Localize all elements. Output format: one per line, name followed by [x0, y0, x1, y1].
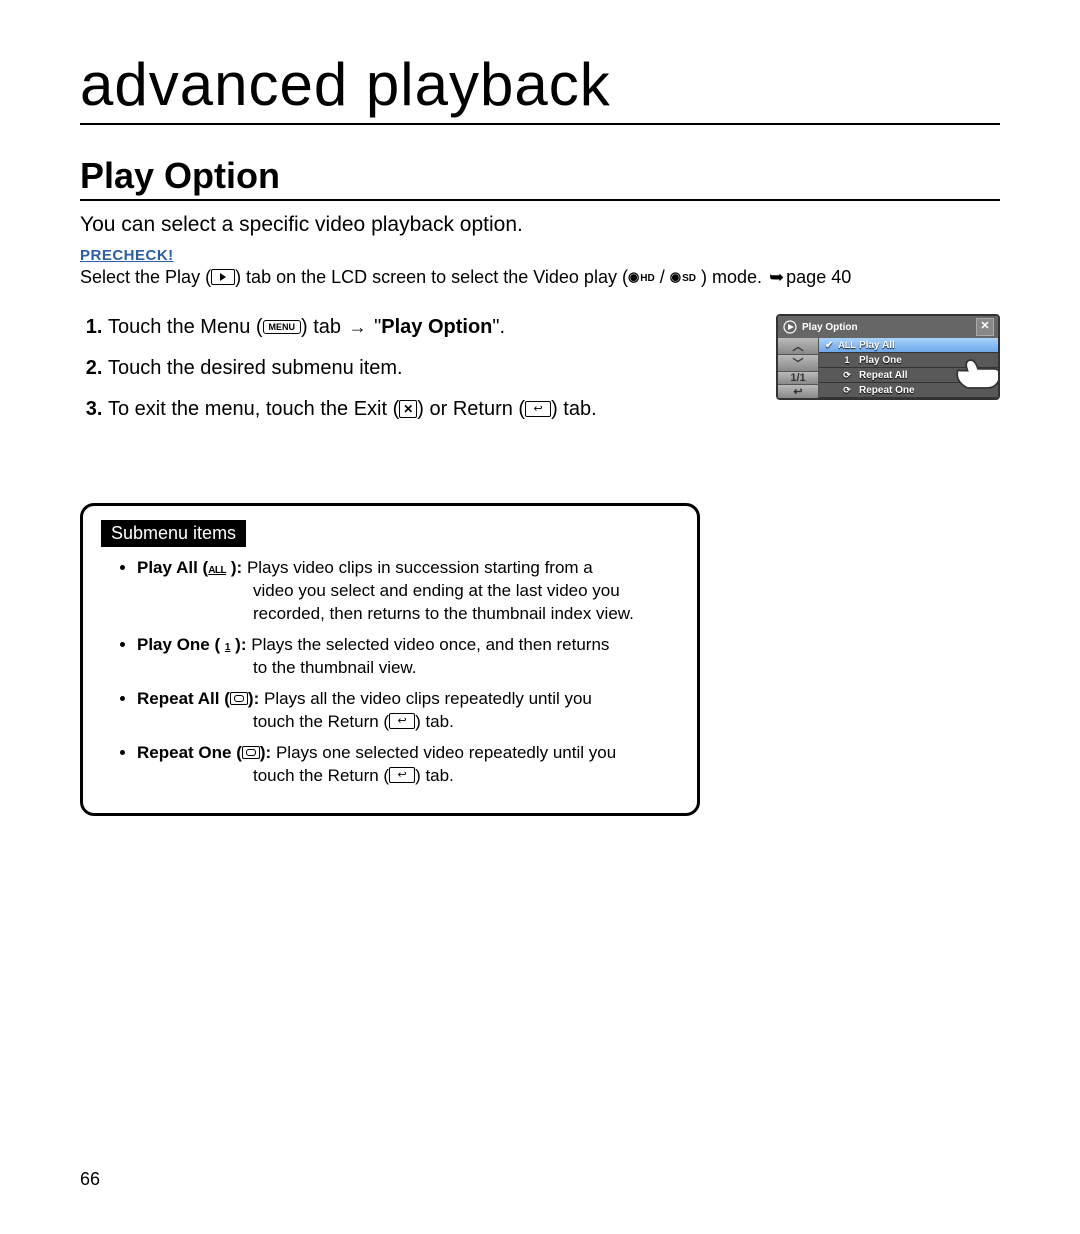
precheck-block: PRECHECK! Select the Play ( ) tab on the … [80, 247, 1000, 288]
step-2: Touch the desired submenu item. [108, 355, 728, 382]
submenu-item-name: Repeat All [137, 689, 220, 708]
repeat-all-icon [230, 692, 248, 705]
submenu-repeat-all: Repeat All (): Plays all the video clips… [137, 688, 677, 734]
lcd-row-repeat-all[interactable]: ⟳ Repeat All [819, 368, 998, 383]
submenu-desc-line1: Plays the selected video once, and then … [251, 635, 609, 654]
steps-list: Touch the Menu (MENU) tab → "Play Option… [80, 314, 728, 423]
arrow-right-icon: → [349, 318, 367, 336]
play-all-icon: ALL [839, 340, 855, 350]
lcd-sidebar: ︿ ﹀ 1/1 ↩ [778, 338, 819, 398]
return-icon: ↩ [389, 767, 415, 783]
step1-pre: Touch the Menu ( [108, 316, 263, 338]
submenu-desc-line1: Plays one selected video repeatedly unti… [276, 743, 616, 762]
submenu-desc-rest-post: ) tab. [415, 712, 454, 731]
submenu-list: Play All (ALL ): Plays video clips in su… [101, 557, 677, 787]
step3-post: ) tab. [551, 398, 597, 420]
menu-tab-icon: MENU [263, 320, 302, 334]
step1-qc: ". [492, 316, 505, 338]
repeat-one-icon [242, 746, 260, 759]
lcd-row-label: Repeat One [859, 385, 915, 396]
submenu-desc-line1: Plays all the video clips repeatedly unt… [264, 689, 592, 708]
submenu-items-box: Submenu items Play All (ALL ): Plays vid… [80, 503, 700, 816]
submenu-item-name: Repeat One [137, 743, 231, 762]
submenu-title: Submenu items [101, 520, 246, 547]
lcd-header: Play Option ✕ [778, 316, 998, 338]
lcd-close-button[interactable]: ✕ [976, 318, 994, 336]
play-one-icon: 1 [839, 355, 855, 365]
precheck-mid: ) tab on the LCD screen to select the Vi… [235, 267, 628, 287]
step1-mid: ) tab [301, 316, 347, 338]
step-1: Touch the Menu (MENU) tab → "Play Option… [108, 314, 728, 341]
lcd-page-indicator: 1/1 [778, 372, 818, 385]
check-icon: ✔ [825, 340, 837, 351]
submenu-desc-rest: video you select and ending at the last … [137, 580, 677, 626]
lcd-down-button[interactable]: ﹀ [778, 355, 818, 372]
repeat-all-icon: ⟳ [839, 370, 855, 381]
lcd-list: ✔ ALL Play All 1 Play One ⟳ Repeat All [819, 338, 998, 398]
repeat-one-icon: ⟳ [839, 385, 855, 396]
intro-text: You can select a specific video playback… [80, 213, 1000, 237]
lcd-row-label: Play One [859, 355, 902, 366]
lcd-row-repeat-one[interactable]: ⟳ Repeat One [819, 383, 998, 398]
lcd-row-label: Play All [859, 340, 895, 351]
chapter-title: advanced playback [80, 50, 1000, 125]
precheck-pre: Select the Play ( [80, 267, 211, 287]
submenu-desc-rest: to the thumbnail view. [137, 657, 677, 680]
play-all-icon: ALL [208, 564, 226, 578]
page-number: 66 [80, 1169, 100, 1190]
lcd-row-label: Repeat All [859, 370, 908, 381]
exit-icon: ✕ [399, 400, 417, 418]
submenu-repeat-one: Repeat One (): Plays one selected video … [137, 742, 677, 788]
section-title: Play Option [80, 155, 1000, 201]
submenu-play-one: Play One ( 1 ): Plays the selected video… [137, 634, 677, 680]
return-icon: ↩ [525, 401, 551, 417]
video-sd-icon: SD [670, 269, 696, 285]
submenu-item-name: Play One [137, 635, 210, 654]
arrow-right-icon: ➥ [769, 268, 784, 286]
step-3: To exit the menu, touch the Exit (✕) or … [108, 396, 728, 423]
play-tab-icon [211, 269, 235, 285]
precheck-pageref: page 40 [786, 267, 851, 287]
return-icon: ↩ [389, 713, 415, 729]
step1-qo: " [369, 316, 382, 338]
submenu-desc-rest-pre: touch the Return ( [253, 712, 389, 731]
submenu-desc-rest-pre: touch the Return ( [253, 766, 389, 785]
step1-target: Play Option [381, 316, 492, 338]
lcd-row-play-one[interactable]: 1 Play One [819, 353, 998, 368]
submenu-play-all: Play All (ALL ): Plays video clips in su… [137, 557, 677, 626]
step3-pre: To exit the menu, touch the Exit ( [108, 398, 399, 420]
submenu-desc-rest-post: ) tab. [415, 766, 454, 785]
lcd-up-button[interactable]: ︿ [778, 338, 818, 355]
lcd-preview: Play Option ✕ ︿ ﹀ 1/1 ↩ ✔ ALL Play All [776, 314, 1000, 400]
submenu-desc-line1: Plays video clips in succession starting… [247, 558, 593, 577]
lcd-play-icon [782, 319, 798, 335]
step3-mid: ) or Return ( [417, 398, 525, 420]
precheck-text: Select the Play ( ) tab on the LCD screen… [80, 267, 1000, 288]
video-hd-icon: HD [628, 269, 655, 285]
precheck-post: ) mode. [696, 267, 767, 287]
lcd-title: Play Option [798, 322, 976, 333]
submenu-item-name: Play All [137, 558, 198, 577]
lcd-back-button[interactable]: ↩ [778, 385, 818, 398]
lcd-body: ︿ ﹀ 1/1 ↩ ✔ ALL Play All 1 Play One [778, 338, 998, 398]
lcd-row-play-all[interactable]: ✔ ALL Play All [819, 338, 998, 353]
precheck-label: PRECHECK! [80, 247, 174, 264]
precheck-slash: / [655, 267, 665, 287]
